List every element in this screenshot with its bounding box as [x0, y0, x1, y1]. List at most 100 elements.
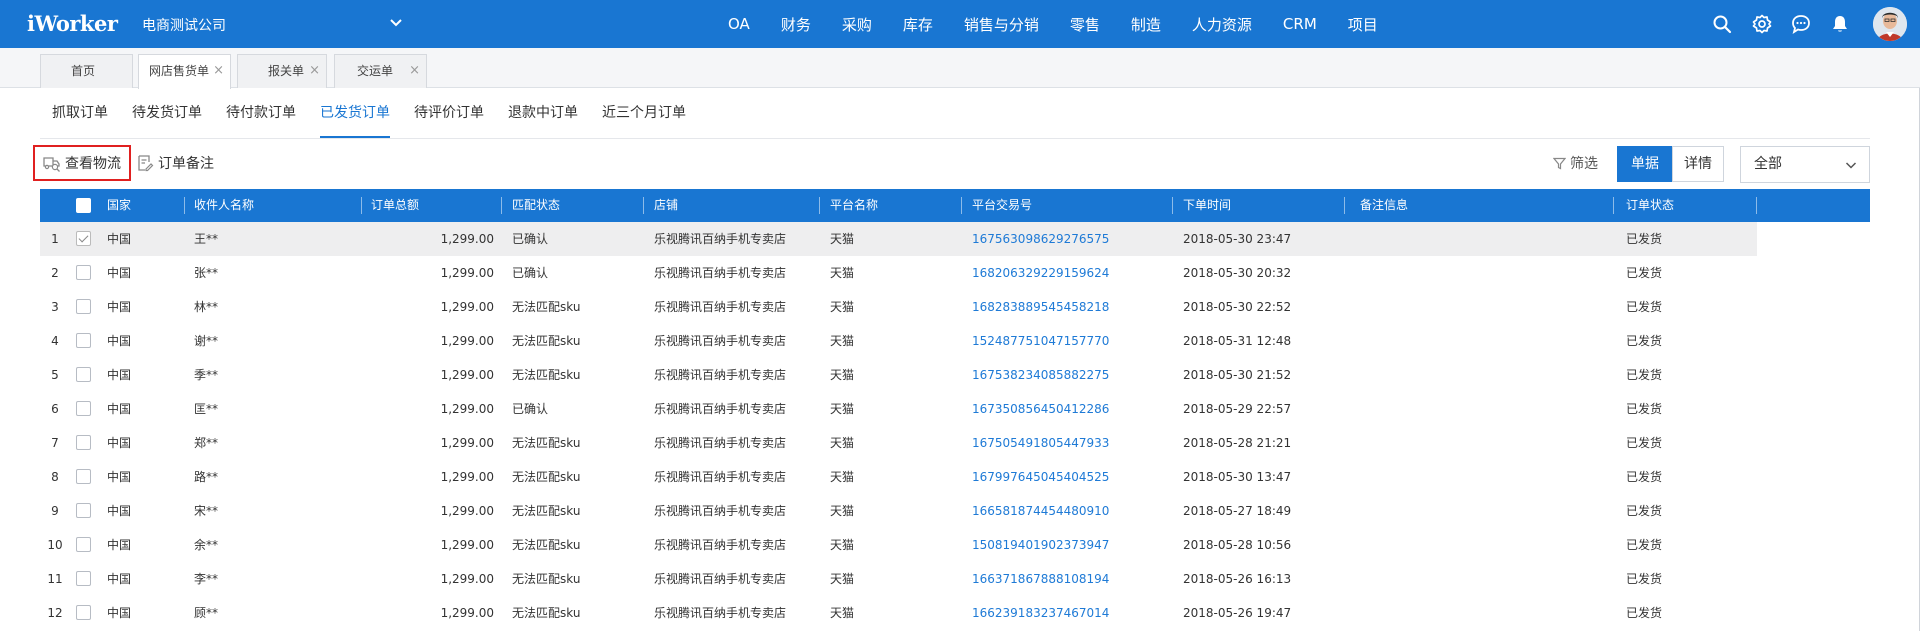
table-row[interactable]: 1 中国 王** 1,299.00 已确认 乐视腾讯百纳手机专卖店 天猫 1675630986…	[40, 222, 1870, 256]
cell-trade-no[interactable]: 167563098629276575	[972, 222, 1109, 256]
row-checkbox[interactable]	[76, 231, 91, 246]
cell-trade-no[interactable]: 167505491805447933	[972, 426, 1109, 460]
search-icon[interactable]	[1712, 14, 1732, 34]
table-row[interactable]: 4 中国 谢** 1,299.00 无法匹配sku 乐视腾讯百纳手机专卖店 天猫 152487…	[40, 324, 1870, 358]
bell-icon[interactable]	[1830, 14, 1850, 34]
row-checkbox[interactable]	[76, 605, 91, 620]
column-header-note[interactable]: 备注信息	[1360, 189, 1408, 222]
column-header-match-status[interactable]: 匹配状态	[512, 189, 560, 222]
page-tab-home[interactable]: 首页	[40, 54, 133, 88]
app-logo[interactable]: iWorker	[27, 11, 118, 36]
cell-total: 1,299.00	[440, 436, 494, 450]
nav-purchase[interactable]: 采购	[842, 14, 872, 35]
table-row[interactable]: 5 中国 季** 1,299.00 无法匹配sku 乐视腾讯百纳手机专卖店 天猫 167538…	[40, 358, 1870, 392]
table-row[interactable]: 10 中国 余** 1,299.00 无法匹配sku 乐视腾讯百纳手机专卖店 天猫 15081…	[40, 528, 1870, 562]
table-row[interactable]: 9 中国 宋** 1,299.00 无法匹配sku 乐视腾讯百纳手机专卖店 天猫 166581…	[40, 494, 1870, 528]
nav-inventory[interactable]: 库存	[903, 14, 933, 35]
tab-pending-payment[interactable]: 待付款订单	[226, 102, 296, 122]
table-row[interactable]: 2 中国 张** 1,299.00 已确认 乐视腾讯百纳手机专卖店 天猫 1682063292…	[40, 256, 1870, 290]
row-checkbox[interactable]	[76, 299, 91, 314]
row-checkbox[interactable]	[76, 571, 91, 586]
column-header-shop[interactable]: 店铺	[654, 189, 678, 222]
table-row[interactable]: 8 中国 路** 1,299.00 无法匹配sku 乐视腾讯百纳手机专卖店 天猫 167997…	[40, 460, 1870, 494]
nav-finance[interactable]: 财务	[781, 14, 811, 35]
row-number: 3	[51, 300, 59, 314]
row-checkbox[interactable]	[76, 503, 91, 518]
column-header-recipient[interactable]: 收件人名称	[194, 189, 254, 222]
cell-platform: 天猫	[830, 538, 855, 552]
cell-order-status: 已发货	[1626, 266, 1663, 280]
close-icon[interactable]: ×	[409, 55, 420, 87]
nav-sales[interactable]: 销售与分销	[964, 14, 1039, 35]
column-header-total[interactable]: 订单总额	[371, 189, 419, 222]
nav-crm[interactable]: CRM	[1283, 15, 1317, 33]
nav-hr[interactable]: 人力资源	[1192, 14, 1252, 35]
row-checkbox[interactable]	[76, 265, 91, 280]
cell-trade-no[interactable]: 167538234085882275	[972, 358, 1109, 392]
page-tab-store-sales-order[interactable]: 网店售货单 ×	[138, 54, 231, 89]
close-icon[interactable]: ×	[309, 55, 320, 87]
cell-trade-no[interactable]: 166239183237467014	[972, 596, 1109, 630]
status-select[interactable]: 全部	[1740, 146, 1870, 183]
view-logistics-button[interactable]: 查看物流	[43, 145, 121, 180]
close-icon[interactable]: ×	[213, 55, 224, 87]
gear-icon[interactable]	[1752, 14, 1772, 34]
cell-country: 中国	[107, 402, 132, 416]
cell-recipient: 谢**	[194, 334, 219, 348]
cell-trade-no[interactable]: 168283889545458218	[972, 290, 1109, 324]
column-header-order-status[interactable]: 订单状态	[1626, 189, 1674, 222]
cell-platform: 天猫	[830, 402, 855, 416]
view-detail-toggle[interactable]: 详情	[1672, 146, 1724, 182]
cell-match-status: 无法匹配sku	[512, 538, 581, 552]
cell-order-time: 2018-05-26 16:13	[1183, 572, 1292, 586]
column-header-country[interactable]: 国家	[107, 189, 131, 222]
cell-platform: 天猫	[830, 232, 855, 246]
table-row[interactable]: 7 中国 郑** 1,299.00 无法匹配sku 乐视腾讯百纳手机专卖店 天猫 167505…	[40, 426, 1870, 460]
tab-pending-review[interactable]: 待评价订单	[414, 102, 484, 122]
column-header-trade-no[interactable]: 平台交易号	[972, 189, 1032, 222]
tab-fetch-orders[interactable]: 抓取订单	[52, 102, 108, 122]
nav-retail[interactable]: 零售	[1070, 14, 1100, 35]
page-tab-customs[interactable]: 报关单 ×	[237, 54, 327, 88]
company-name[interactable]: 电商测试公司	[142, 15, 226, 35]
cell-platform: 天猫	[830, 606, 855, 620]
page-tab-shipping[interactable]: 交运单 ×	[334, 54, 427, 88]
row-checkbox[interactable]	[76, 367, 91, 382]
cell-trade-no[interactable]: 167350856450412286	[972, 392, 1109, 426]
row-checkbox[interactable]	[76, 469, 91, 484]
row-checkbox[interactable]	[76, 333, 91, 348]
avatar[interactable]	[1873, 7, 1907, 41]
cell-country: 中国	[107, 538, 132, 552]
cell-trade-no[interactable]: 166371867888108194	[972, 562, 1109, 596]
select-all-checkbox[interactable]	[76, 198, 91, 213]
table-row[interactable]: 6 中国 匡** 1,299.00 已确认 乐视腾讯百纳手机专卖店 天猫 1673508564…	[40, 392, 1870, 426]
tab-pending-ship[interactable]: 待发货订单	[132, 102, 202, 122]
cell-trade-no[interactable]: 168206329229159624	[972, 256, 1109, 290]
cell-platform: 天猫	[830, 504, 855, 518]
cell-trade-no[interactable]: 150819401902373947	[972, 528, 1109, 562]
cell-shop: 乐视腾讯百纳手机专卖店	[654, 606, 787, 620]
nav-oa[interactable]: OA	[728, 15, 750, 33]
chat-icon[interactable]	[1791, 14, 1811, 34]
column-header-order-time[interactable]: 下单时间	[1183, 189, 1231, 222]
view-list-toggle[interactable]: 单据	[1617, 146, 1673, 182]
cell-trade-no[interactable]: 152487751047157770	[972, 324, 1109, 358]
row-checkbox[interactable]	[76, 401, 91, 416]
chevron-down-icon[interactable]	[388, 15, 404, 31]
filter-button[interactable]: 筛选	[1553, 153, 1598, 173]
column-header-platform[interactable]: 平台名称	[830, 189, 878, 222]
cell-trade-no[interactable]: 167997645045404525	[972, 460, 1109, 494]
table-row[interactable]: 3 中国 林** 1,299.00 无法匹配sku 乐视腾讯百纳手机专卖店 天猫 168283…	[40, 290, 1870, 324]
table-row[interactable]: 12 中国 顾** 1,299.00 无法匹配sku 乐视腾讯百纳手机专卖店 天猫 16623…	[40, 596, 1870, 630]
order-note-button[interactable]: 订单备注	[136, 145, 214, 180]
row-checkbox[interactable]	[76, 537, 91, 552]
tab-shipped[interactable]: 已发货订单	[320, 102, 390, 122]
tab-refunding[interactable]: 退款中订单	[508, 102, 578, 122]
column-divider	[501, 197, 502, 214]
tab-last-three-months[interactable]: 近三个月订单	[602, 102, 686, 122]
cell-trade-no[interactable]: 166581874454480910	[972, 494, 1109, 528]
nav-project[interactable]: 项目	[1348, 14, 1378, 35]
row-checkbox[interactable]	[76, 435, 91, 450]
table-row[interactable]: 11 中国 李** 1,299.00 无法匹配sku 乐视腾讯百纳手机专卖店 天猫 16637…	[40, 562, 1870, 596]
nav-manufacturing[interactable]: 制造	[1131, 14, 1161, 35]
